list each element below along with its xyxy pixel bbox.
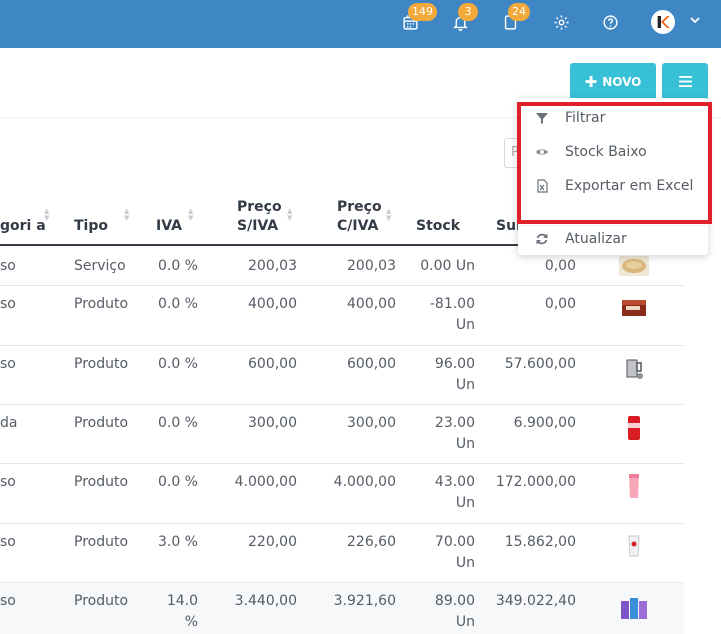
calendar-tasks-button[interactable]: 149 [398,3,437,34]
header-preco-civa[interactable]: Preço C/IVA [337,198,382,236]
cell-preco-siva: 3.440,00 [234,593,297,609]
cell-stock: 0.00 Un [420,258,475,274]
sort-icon[interactable]: ▲ ▼ [287,208,295,222]
table-row[interactable]: so Produto 3.0 % 220,00 226,60 70.00 Un 1… [0,524,684,583]
cell-tipo: Produto [74,296,129,312]
cell-subtotal: 6.900,00 [513,415,576,431]
cell-iva: 0.0 % [157,415,198,431]
logo-k-icon [657,16,670,28]
sort-icon[interactable]: ▲ ▼ [44,208,52,222]
chevron-down-icon[interactable] [689,14,701,26]
cell-iva: 0.0 % [157,356,198,372]
header-stock[interactable]: Stock [416,217,460,236]
cell-preco-siva: 600,00 [248,356,297,372]
documents-button[interactable]: 24 [498,3,530,34]
kettle-icon [626,359,643,379]
header-preco-siva[interactable]: Preço S/IVA [237,198,282,236]
pink-cup-icon [629,474,639,498]
cell-tipo: Produto [74,593,129,609]
cell-preco-siva: 400,00 [248,296,297,312]
cell-preco-civa: 3.921,60 [333,593,396,609]
cell-subtotal: 0,00 [544,258,576,274]
question-icon [602,14,618,30]
cell-preco-civa: 300,00 [347,415,396,431]
cell-preco-siva: 4.000,00 [234,474,297,490]
cell-preco-civa: 226,60 [347,534,396,550]
cell-preco-siva: 200,03 [248,258,297,274]
plus-icon: ✚ [584,72,598,91]
notifications-button[interactable]: 3 [448,3,478,34]
help-button[interactable] [598,10,622,34]
cell-stock: -81.00 Un [429,296,475,333]
cell-subtotal: 15.862,00 [504,534,576,550]
sort-icon[interactable]: ▲ ▼ [124,208,132,222]
menu-item-label: Atualizar [565,231,627,247]
tasks-badge: 149 [408,3,437,21]
menu-item-atualizar[interactable]: Atualizar [518,226,708,252]
cell-iva: 14.0% [166,593,198,630]
refresh-icon [536,233,547,245]
soda-can-icon [628,416,640,440]
cell-preco-siva: 220,00 [248,534,297,550]
cell-subtotal: 0,00 [544,296,576,312]
table-row[interactable]: da Produto 0.0 % 300,00 300,00 23.00 Un 6… [0,405,684,464]
avatar[interactable] [651,10,675,34]
header-categoria[interactable]: gori a [0,217,46,236]
top-bar: 149 3 24 [0,0,721,48]
cell-subtotal: 57.600,00 [504,356,576,372]
cell-stock: 70.00 Un [434,534,475,571]
box-icon [622,300,646,316]
cell-categoria: so [0,356,16,372]
header-iva[interactable]: IVA [156,217,182,236]
cell-tipo: Produto [74,474,129,490]
cell-tipo: Produto [74,356,129,372]
table-row[interactable]: so Produto 0.0 % 4.000,00 4.000,00 43.00… [0,464,684,524]
cell-categoria: so [0,593,16,609]
highlight-box [517,102,712,224]
cell-iva: 0.0 % [157,296,198,312]
options-menu-button[interactable] [662,63,708,100]
cell-iva: 0.0 % [157,258,198,274]
gear-icon [553,14,569,30]
new-button-label: NOVO [602,74,642,89]
table-row[interactable]: so Produto 0.0 % 600,00 600,00 96.00 Un 5… [0,346,684,405]
cell-stock: 89.00 Un [434,593,475,630]
bread-icon [619,256,649,276]
settings-button[interactable] [549,10,573,34]
table-row[interactable]: so Produto 14.0% 3.440,00 3.921,60 89.00… [0,583,684,634]
sort-icon[interactable]: ▲ ▼ [386,208,394,222]
table-row[interactable]: so Produto 0.0 % 400,00 400,00 -81.00 Un … [0,286,684,346]
header-tipo[interactable]: Tipo [74,217,108,236]
cell-tipo: Produto [74,534,129,550]
cell-tipo: Produto [74,415,129,431]
cell-categoria: da [0,415,18,431]
cell-stock: 43.00 Un [434,474,475,511]
cell-preco-civa: 600,00 [347,356,396,372]
tumblers-icon [621,598,647,619]
documents-badge: 24 [508,3,530,21]
cell-stock: 23.00 Un [434,415,475,452]
cell-tipo: Serviço [74,258,126,274]
cell-categoria: so [0,474,16,490]
cell-preco-civa: 200,03 [347,258,396,274]
notifications-badge: 3 [458,3,478,21]
sort-icon[interactable]: ▲ ▼ [188,208,196,222]
cup-icon [628,535,640,557]
cell-subtotal: 172.000,00 [495,474,576,490]
cell-categoria: so [0,258,16,274]
new-button[interactable]: ✚ NOVO [570,63,656,100]
cell-stock: 96.00 Un [434,356,475,393]
hamburger-icon [678,76,692,87]
cell-subtotal: 349.022,40 [495,593,576,609]
cell-categoria: so [0,534,16,550]
cell-preco-siva: 300,00 [248,415,297,431]
cell-categoria: so [0,296,16,312]
cell-preco-civa: 4.000,00 [333,474,396,490]
cell-preco-civa: 400,00 [347,296,396,312]
cell-iva: 3.0 % [157,534,198,550]
cell-iva: 0.0 % [157,474,198,490]
